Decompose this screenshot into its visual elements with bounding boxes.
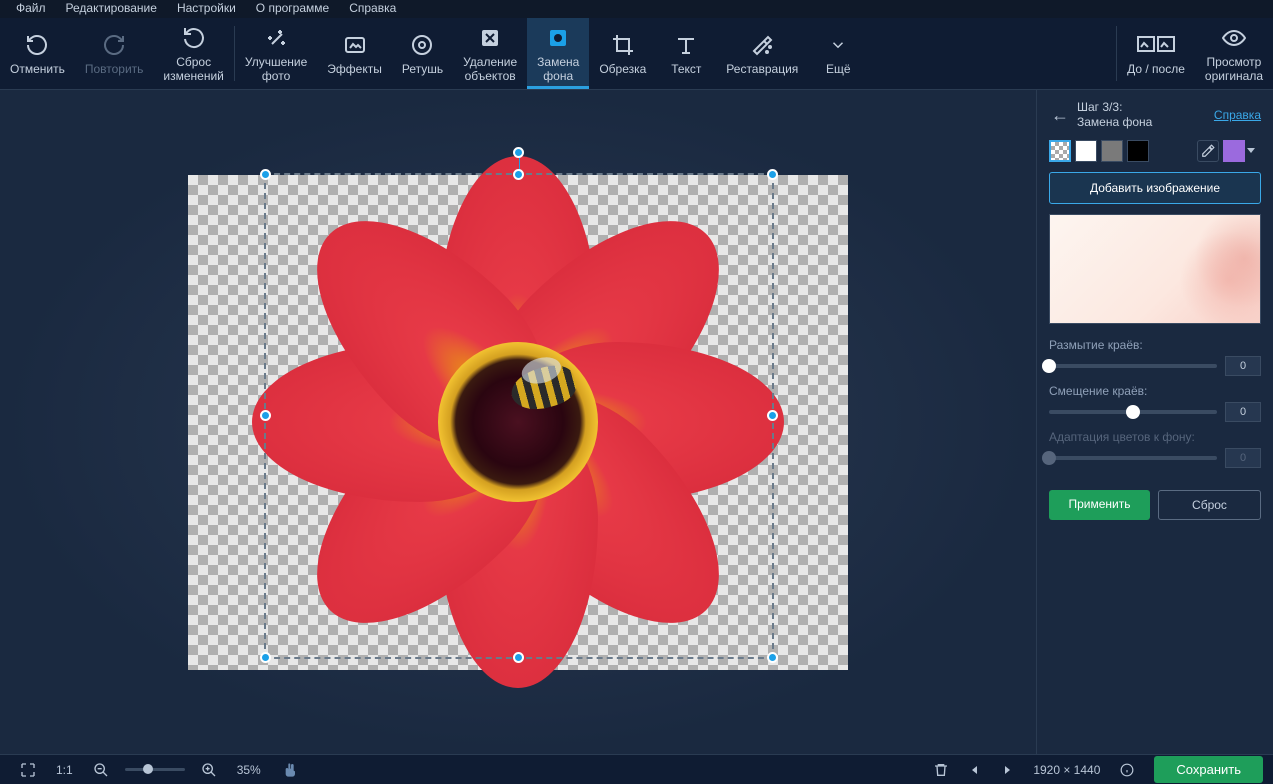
reset-changes-button[interactable]: Сброс изменений <box>153 18 233 89</box>
delete-button[interactable] <box>923 762 959 778</box>
retouch-icon <box>410 32 434 58</box>
text-label: Текст <box>671 62 701 76</box>
swatch-transparent[interactable] <box>1049 140 1071 162</box>
fullscreen-button[interactable] <box>10 762 46 778</box>
effects-label: Эффекты <box>327 62 382 76</box>
adapt-label: Адаптация цветов к фону: <box>1049 430 1261 444</box>
retouch-button[interactable]: Ретушь <box>392 18 453 89</box>
before-after-label: До / после <box>1127 62 1185 76</box>
color-picker[interactable] <box>1223 140 1261 162</box>
help-link[interactable]: Справка <box>1214 108 1261 122</box>
enhance-label: Улучшение фото <box>245 55 307 83</box>
chevron-down-icon <box>829 32 847 58</box>
effects-button[interactable]: Эффекты <box>317 18 392 89</box>
adapt-value: 0 <box>1225 448 1261 468</box>
replace-bg-icon <box>546 25 570 51</box>
handle-top-left[interactable] <box>260 169 271 180</box>
next-image-button[interactable] <box>991 764 1023 776</box>
replace-background-button[interactable]: Замена фона <box>527 18 589 89</box>
crop-label: Обрезка <box>599 62 646 76</box>
undo-button[interactable]: Отменить <box>0 18 75 89</box>
redo-label: Повторить <box>85 62 144 76</box>
blur-value[interactable]: 0 <box>1225 356 1261 376</box>
eraser-icon <box>478 25 502 51</box>
replace-bg-label: Замена фона <box>537 55 579 83</box>
eye-icon <box>1222 25 1246 51</box>
more-button[interactable]: Ещё <box>808 18 868 89</box>
adapt-slider <box>1049 456 1217 460</box>
background-thumbnail[interactable] <box>1049 214 1261 324</box>
view-original-label: Просмотр оригинала <box>1205 55 1263 83</box>
before-after-button[interactable]: До / после <box>1117 18 1195 89</box>
restoration-icon <box>750 32 774 58</box>
view-original-button[interactable]: Просмотр оригинала <box>1195 18 1273 89</box>
undo-icon <box>25 32 49 58</box>
actual-size-button[interactable]: 1:1 <box>46 763 83 777</box>
shift-value[interactable]: 0 <box>1225 402 1261 422</box>
shift-label: Смещение краёв: <box>1049 384 1261 398</box>
handle-mid-right[interactable] <box>767 410 778 421</box>
swatch-gray[interactable] <box>1101 140 1123 162</box>
status-bar: 1:1 35% 1920 × 1440 Сохранить <box>0 754 1273 784</box>
enhance-icon <box>264 25 288 51</box>
canvas-area[interactable] <box>0 90 1036 754</box>
menu-help[interactable]: Справка <box>339 0 406 18</box>
reset-label: Сброс изменений <box>163 55 223 83</box>
restoration-button[interactable]: Реставрация <box>716 18 808 89</box>
selection-box[interactable] <box>264 173 774 659</box>
handle-top-right[interactable] <box>767 169 778 180</box>
save-button[interactable]: Сохранить <box>1154 756 1263 783</box>
more-label: Ещё <box>826 62 851 76</box>
menu-edit[interactable]: Редактирование <box>56 0 167 18</box>
handle-top-mid[interactable] <box>513 169 524 180</box>
canvas[interactable] <box>188 175 848 670</box>
retouch-label: Ретушь <box>402 62 443 76</box>
redo-icon <box>102 32 126 58</box>
apply-button[interactable]: Применить <box>1049 490 1150 520</box>
panel-title: Шаг 3/3: Замена фона <box>1077 100 1214 130</box>
crop-button[interactable]: Обрезка <box>589 18 656 89</box>
text-button[interactable]: Текст <box>656 18 716 89</box>
pan-button[interactable] <box>271 762 307 778</box>
zoom-level: 35% <box>227 763 271 777</box>
blur-slider[interactable] <box>1049 364 1217 368</box>
crop-icon <box>611 32 635 58</box>
rotate-handle[interactable] <box>513 147 524 158</box>
handle-bot-left[interactable] <box>260 652 271 663</box>
reset-icon <box>182 25 206 51</box>
handle-bot-mid[interactable] <box>513 652 524 663</box>
undo-label: Отменить <box>10 62 65 76</box>
zoom-slider[interactable] <box>125 768 185 771</box>
redo-button[interactable]: Повторить <box>75 18 154 89</box>
remove-objects-button[interactable]: Удаление объектов <box>453 18 527 89</box>
shift-slider[interactable] <box>1049 410 1217 414</box>
side-panel: ← Шаг 3/3: Замена фона Справка Добавить … <box>1036 90 1273 754</box>
menu-file[interactable]: Файл <box>6 0 56 18</box>
swatch-white[interactable] <box>1075 140 1097 162</box>
remove-objects-label: Удаление объектов <box>463 55 517 83</box>
image-dimensions: 1920 × 1440 <box>1023 763 1110 777</box>
restoration-label: Реставрация <box>726 62 798 76</box>
add-image-button[interactable]: Добавить изображение <box>1049 172 1261 204</box>
zoom-in-button[interactable] <box>191 762 227 778</box>
compare-icon <box>1136 32 1176 58</box>
handle-mid-left[interactable] <box>260 410 271 421</box>
menu-settings[interactable]: Настройки <box>167 0 246 18</box>
zoom-out-button[interactable] <box>83 762 119 778</box>
menu-bar: Файл Редактирование Настройки О программ… <box>0 0 1273 18</box>
blur-label: Размытие краёв: <box>1049 338 1261 352</box>
text-icon <box>674 32 698 58</box>
swatch-black[interactable] <box>1127 140 1149 162</box>
enhance-button[interactable]: Улучшение фото <box>235 18 317 89</box>
eyedropper-button[interactable] <box>1197 140 1219 162</box>
info-button[interactable] <box>1110 763 1144 777</box>
back-button[interactable]: ← <box>1043 105 1077 126</box>
menu-about[interactable]: О программе <box>246 0 339 18</box>
effects-icon <box>343 32 367 58</box>
handle-bot-right[interactable] <box>767 652 778 663</box>
prev-image-button[interactable] <box>959 764 991 776</box>
toolbar: Отменить Повторить Сброс изменений Улучш… <box>0 18 1273 90</box>
reset-button[interactable]: Сброс <box>1158 490 1261 520</box>
